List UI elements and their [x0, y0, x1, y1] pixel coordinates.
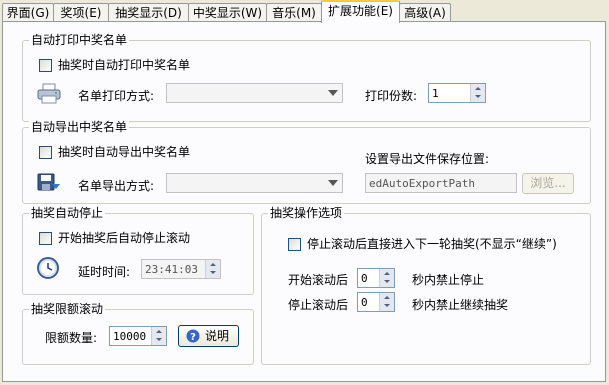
tab-bar: 界面(G) 奖项(E) 抽奖显示(D) 中奖显示(W) 音乐(M) 扩展功能(E…: [0, 0, 609, 23]
limit-group-title: 抽奖限额滚动: [29, 302, 106, 316]
tab-winner-display[interactable]: 中奖显示(W): [188, 3, 267, 21]
autostop-label: 开始抽奖后自动停止滚动: [58, 231, 191, 245]
stepper-buttons: [379, 269, 394, 287]
tab-music[interactable]: 音乐(M): [266, 3, 322, 21]
tab-advanced[interactable]: 高级(A): [399, 3, 451, 21]
export-method-label: 名单导出方式:: [78, 179, 155, 193]
delay-time-value: 23:41:03: [145, 263, 198, 276]
printer-icon: [37, 83, 61, 104]
stepper-down-icon[interactable]: [379, 302, 394, 311]
tab-interface[interactable]: 界面(G): [2, 3, 54, 21]
tab-extensions[interactable]: 扩展功能(E): [321, 0, 400, 23]
help-button-label: 说明: [205, 329, 230, 343]
skip-continue-label: 停止滚动后直接进入下一轮抽奖(不显示“继续”): [307, 237, 557, 251]
print-group: 自动打印中奖名单 抽奖时自动打印中奖名单 名单打印方式: 打印份数: 1: [22, 33, 591, 122]
stop-delay-prefix: 停止滚动后: [288, 298, 349, 312]
print-copies-stepper[interactable]: 1: [428, 83, 486, 103]
stop-delay-value: 0: [361, 296, 368, 309]
limit-group: 抽奖限额滚动 限额数量: 10000 ? 说明: [22, 302, 254, 365]
start-delay-stepper[interactable]: 0: [357, 268, 395, 288]
export-path-field[interactable]: edAutoExportPath: [365, 173, 517, 193]
svg-text:?: ?: [190, 332, 196, 343]
stepper-up-icon[interactable]: [379, 269, 394, 278]
print-method-select[interactable]: [166, 83, 343, 103]
stop-delay-stepper[interactable]: 0: [357, 292, 395, 312]
auto-export-checkbox[interactable]: [39, 146, 52, 159]
stepper-buttons: [470, 84, 485, 102]
chevron-down-icon: [328, 180, 338, 186]
stepper-down-icon[interactable]: [151, 336, 166, 345]
stepper-buttons: [379, 293, 394, 311]
stepper-down-icon[interactable]: [470, 93, 485, 102]
stepper-down-icon[interactable]: [379, 278, 394, 287]
stepper-up-icon[interactable]: [379, 293, 394, 302]
start-delay-prefix: 开始滚动后: [288, 273, 349, 287]
chevron-down-icon: [328, 90, 338, 96]
skip-continue-checkbox[interactable]: [288, 238, 301, 251]
help-button[interactable]: ? 说明: [178, 325, 239, 347]
save-icon: [37, 173, 60, 191]
stepper-up-icon[interactable]: [151, 327, 166, 336]
print-copies-label: 打印份数:: [365, 89, 418, 103]
clock-icon: [37, 257, 59, 279]
limit-quantity-label: 限额数量:: [45, 331, 98, 345]
help-icon: ?: [186, 329, 200, 343]
limit-quantity-value: 10000: [113, 330, 147, 343]
browse-button[interactable]: 浏览...: [522, 173, 574, 194]
stop-delay-suffix: 秒内禁止继续抽奖: [412, 298, 509, 312]
stepper-up-icon[interactable]: [205, 260, 220, 269]
print-group-title: 自动打印中奖名单: [29, 33, 130, 47]
export-group: 自动导出中奖名单 抽奖时自动导出中奖名单 名单导出方式: 设置导出文件保存位置:…: [22, 120, 591, 204]
stepper-up-icon[interactable]: [470, 84, 485, 93]
tab-prizes[interactable]: 奖项(E): [53, 3, 109, 21]
stepper-down-icon[interactable]: [205, 269, 220, 278]
start-delay-suffix: 秒内禁止停止: [412, 273, 485, 287]
auto-print-checkbox[interactable]: [39, 59, 52, 72]
autostop-group: 抽奖自动停止 开始抽奖后自动停止滚动 延时时间: 23:41:03: [22, 206, 254, 295]
stepper-buttons: [205, 260, 220, 278]
autostop-group-title: 抽奖自动停止: [29, 206, 106, 220]
tab-draw-display[interactable]: 抽奖显示(D): [108, 3, 189, 21]
stepper-buttons: [151, 327, 166, 345]
autostop-checkbox[interactable]: [39, 232, 52, 245]
print-method-label: 名单打印方式:: [78, 89, 155, 103]
auto-export-label: 抽奖时自动导出中奖名单: [58, 145, 191, 159]
limit-quantity-stepper[interactable]: 10000: [109, 326, 167, 346]
delay-time-input[interactable]: 23:41:03: [141, 259, 221, 279]
operations-group-title: 抽奖操作选项: [268, 206, 345, 220]
print-copies-value: 1: [432, 87, 439, 100]
export-path-label: 设置导出文件保存位置:: [365, 152, 490, 166]
auto-print-label: 抽奖时自动打印中奖名单: [58, 58, 191, 72]
tab-panel: 自动打印中奖名单 抽奖时自动打印中奖名单 名单打印方式: 打印份数: 1 自动导…: [2, 21, 606, 382]
start-delay-value: 0: [361, 272, 368, 285]
export-method-select[interactable]: [166, 173, 343, 193]
export-group-title: 自动导出中奖名单: [29, 120, 130, 134]
delay-time-label: 延时时间:: [78, 265, 131, 279]
operations-group: 抽奖操作选项 停止滚动后直接进入下一轮抽奖(不显示“继续”) 开始滚动后 0 秒…: [261, 206, 591, 365]
